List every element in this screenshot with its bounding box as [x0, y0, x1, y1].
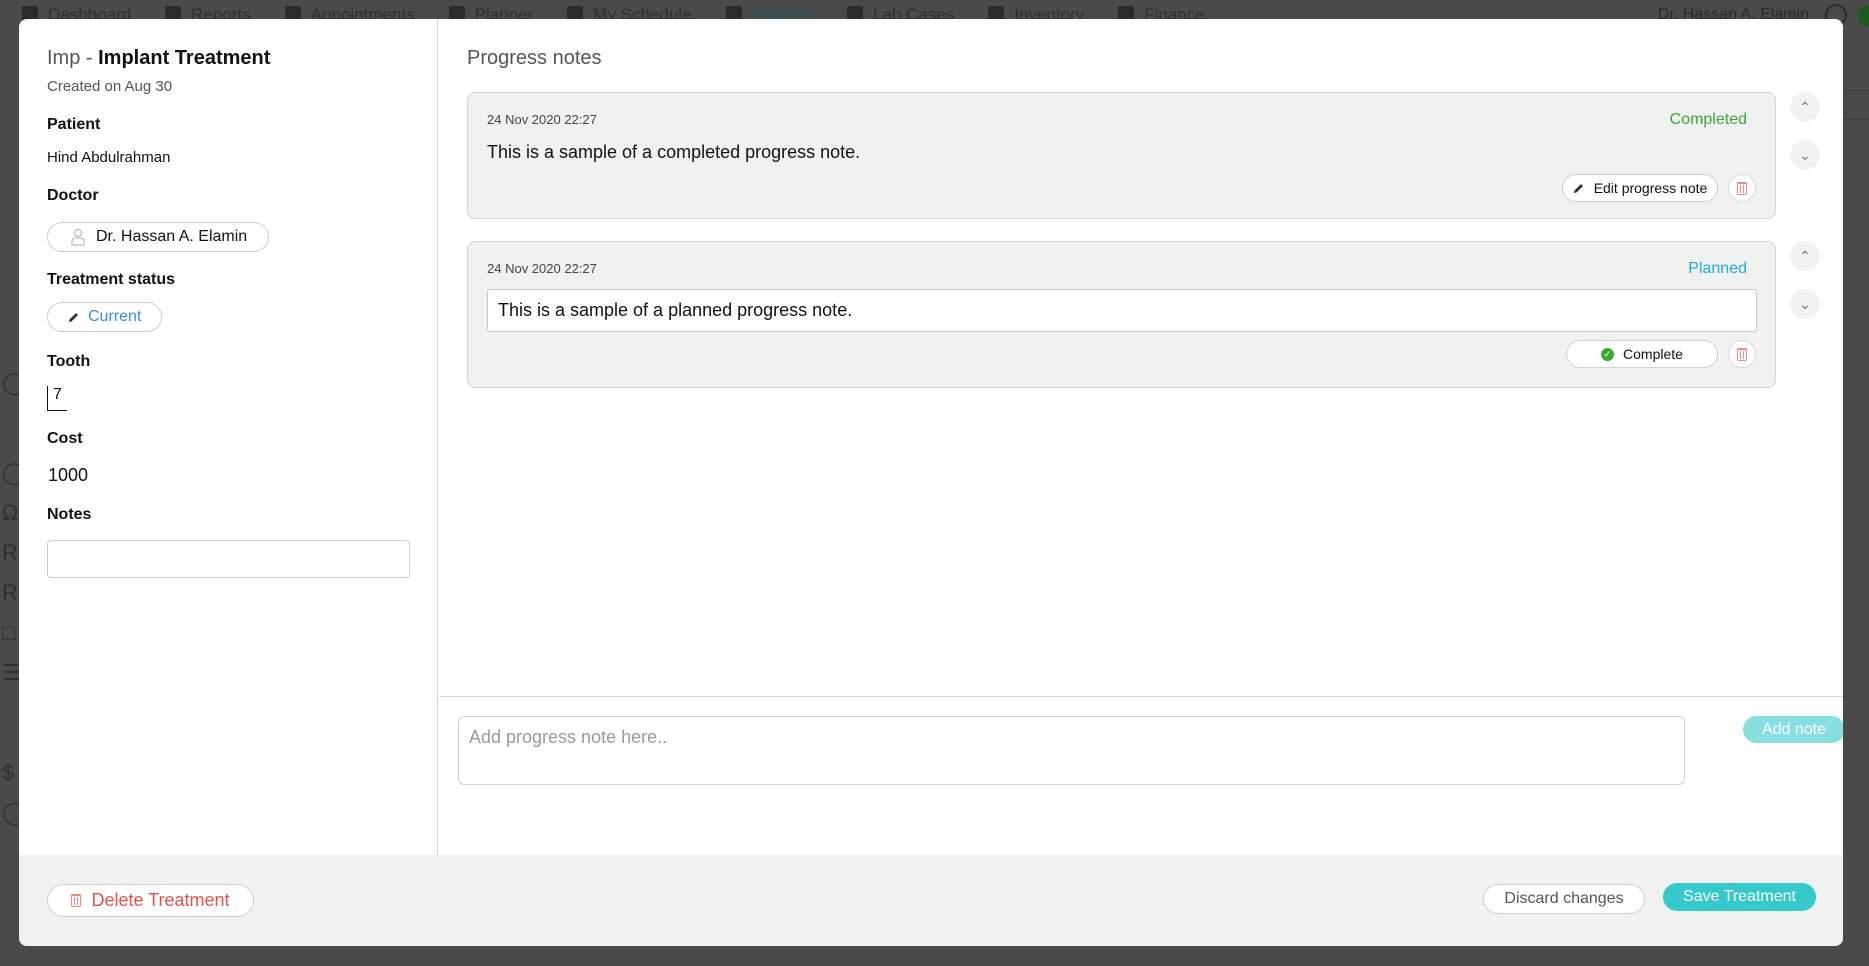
notes-label: Notes	[47, 506, 92, 523]
note-timestamp: 24 Nov 2020 22:27	[487, 261, 597, 276]
discard-changes-button[interactable]: Discard changes	[1483, 884, 1645, 914]
tooth-icon: Ω	[2, 500, 19, 525]
progress-notes-panel: Progress notes 24 Nov 2020 22:27 Complet…	[439, 19, 1843, 855]
chevron-up-icon: ⌃	[1799, 247, 1811, 264]
progress-notes-title: Progress notes	[467, 47, 602, 69]
rx-icon: R	[2, 540, 18, 565]
treatment-name: Implant Treatment	[98, 47, 271, 69]
created-date: Created on Aug 30	[47, 78, 173, 95]
move-down-button[interactable]: ⌄	[1790, 289, 1820, 319]
treatment-title: Imp - Implant Treatment	[47, 47, 270, 70]
person-icon	[71, 228, 85, 246]
note-status-badge: Completed	[1669, 111, 1747, 128]
note-timestamp: 24 Nov 2020 22:27	[487, 112, 597, 127]
dollar-icon: $	[2, 760, 15, 785]
background-sidebar: ◯ ◯ Ω R R □ ☰ $ ◯	[0, 40, 27, 940]
treatment-status-label: Treatment status	[47, 271, 176, 288]
tooth-label: Tooth	[47, 353, 91, 370]
move-down-button[interactable]: ⌄	[1790, 140, 1820, 170]
divider	[439, 696, 1843, 697]
doctor-label: Doctor	[47, 187, 99, 204]
delete-treatment-button[interactable]: Delete Treatment	[47, 884, 254, 917]
trash-icon	[1737, 347, 1747, 361]
chevron-up-icon: ⌃	[1799, 98, 1811, 115]
doctor-select-button[interactable]: Dr. Hassan A. Elamin	[47, 222, 269, 252]
notes-input[interactable]	[47, 540, 410, 578]
cost-value[interactable]: 1000	[48, 465, 88, 486]
doctor-name: Dr. Hassan A. Elamin	[96, 228, 248, 245]
delete-note-button[interactable]	[1728, 340, 1756, 368]
pencil-icon	[1573, 184, 1583, 193]
treatment-status-value: Current	[88, 308, 142, 325]
treatment-details-panel: Imp - Implant Treatment Created on Aug 3…	[19, 19, 438, 855]
title-separator: -	[80, 47, 99, 69]
note-text-input[interactable]: This is a sample of a planned progress n…	[487, 289, 1757, 332]
modal-footer: Delete Treatment Discard changes Save Tr…	[19, 855, 1843, 946]
delete-note-button[interactable]	[1728, 174, 1756, 202]
complete-note-button[interactable]: ✓ Complete	[1566, 340, 1718, 368]
add-progress-note-input[interactable]	[458, 716, 1685, 785]
background-right-strip	[1843, 90, 1869, 120]
patient-label: Patient	[47, 116, 101, 133]
save-treatment-button[interactable]: Save Treatment	[1663, 883, 1816, 911]
delete-treatment-label: Delete Treatment	[91, 890, 230, 910]
note-text: This is a sample of a completed progress…	[487, 142, 861, 162]
treatment-code: Imp	[47, 47, 81, 69]
trash-icon	[71, 894, 82, 907]
rx-icon: R	[2, 580, 18, 605]
edit-progress-note-label: Edit progress note	[1593, 180, 1708, 196]
patient-name: Hind Abdulrahman	[47, 149, 171, 166]
pencil-icon	[69, 313, 78, 322]
progress-note-card: 24 Nov 2020 22:27 Completed This is a sa…	[467, 92, 1776, 219]
progress-note-card: 24 Nov 2020 22:27 Planned This is a samp…	[467, 241, 1776, 388]
tooth-number[interactable]: 7	[47, 386, 67, 411]
treatment-status-button[interactable]: Current	[47, 302, 162, 332]
treatment-modal: Imp - Implant Treatment Created on Aug 3…	[19, 19, 1843, 946]
chevron-down-icon: ⌄	[1799, 146, 1811, 163]
note-status-badge: Planned	[1688, 260, 1747, 277]
complete-note-label: Complete	[1623, 346, 1683, 362]
chart-icon: □	[2, 620, 16, 645]
cost-label: Cost	[47, 430, 83, 447]
edit-progress-note-button[interactable]: Edit progress note	[1562, 174, 1718, 202]
check-circle-icon: ✓	[1601, 347, 1615, 361]
move-up-button[interactable]: ⌃	[1790, 92, 1820, 122]
move-up-button[interactable]: ⌃	[1790, 241, 1820, 271]
trash-icon	[1737, 181, 1747, 195]
chevron-down-icon: ⌄	[1799, 295, 1811, 312]
add-note-button[interactable]: Add note	[1743, 716, 1843, 743]
